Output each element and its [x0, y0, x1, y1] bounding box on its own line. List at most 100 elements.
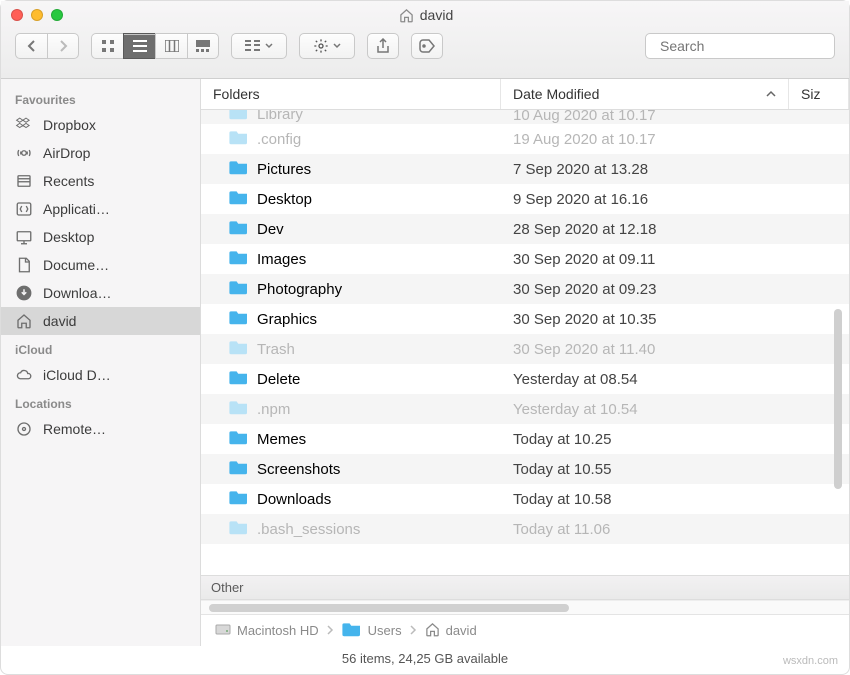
sidebar-item-airdrop[interactable]: AirDrop [1, 139, 200, 167]
sidebar-item-label: AirDrop [43, 145, 90, 161]
home-icon [15, 312, 33, 330]
breadcrumb-label: Users [368, 623, 402, 638]
file-row[interactable]: Library10 Aug 2020 at 10.17 [201, 110, 849, 124]
column-folders[interactable]: Folders [201, 79, 501, 109]
file-row[interactable]: DeleteYesterday at 08.54 [201, 364, 849, 394]
file-date: Today at 10.25 [501, 431, 849, 448]
group-header-other[interactable]: Other [201, 575, 849, 600]
file-row[interactable]: Dev28 Sep 2020 at 12.18 [201, 214, 849, 244]
sidebar: FavouritesDropboxAirDropRecentsApplicati… [1, 79, 201, 646]
file-row[interactable]: DownloadsToday at 10.58 [201, 484, 849, 514]
folder-icon [229, 339, 249, 359]
file-date: 19 Aug 2020 at 10.17 [501, 131, 849, 148]
breadcrumb-item[interactable]: Users [342, 621, 402, 640]
file-row[interactable]: ScreenshotsToday at 10.55 [201, 454, 849, 484]
folder-icon [229, 309, 249, 329]
desktop-icon [15, 228, 33, 246]
file-row[interactable]: .bash_sessions Today at 11.06 [201, 514, 849, 544]
apps-icon [15, 200, 33, 218]
file-row[interactable]: Images30 Sep 2020 at 09.11 [201, 244, 849, 274]
column-date-modified[interactable]: Date Modified [501, 79, 789, 109]
sidebar-item-remote[interactable]: Remote… [1, 415, 200, 443]
disc-icon [15, 420, 33, 438]
file-list[interactable]: Library10 Aug 2020 at 10.17.config19 Aug… [201, 110, 849, 575]
folder-icon [229, 189, 249, 209]
file-row[interactable]: Graphics30 Sep 2020 at 10.35 [201, 304, 849, 334]
column-size[interactable]: Siz [789, 79, 849, 109]
forward-button[interactable] [47, 33, 79, 59]
file-row[interactable]: Trash30 Sep 2020 at 11.40 [201, 334, 849, 364]
file-name: .npm [257, 401, 290, 418]
folder-icon [229, 279, 249, 299]
breadcrumb-item[interactable]: david [425, 622, 477, 640]
column-headers: Folders Date Modified Siz [201, 79, 849, 110]
gallery-view-button[interactable] [187, 33, 219, 59]
status-bar: 56 items, 24,25 GB available [1, 646, 849, 674]
file-name: Trash [257, 341, 295, 358]
list-view-button[interactable] [123, 33, 155, 59]
sidebar-item-david[interactable]: david [1, 307, 200, 335]
sidebar-item-icloudd[interactable]: iCloud D… [1, 361, 200, 389]
sort-ascending-icon [766, 90, 776, 98]
nav-buttons [15, 33, 79, 59]
home-icon [425, 622, 440, 640]
vertical-scrollbar[interactable] [831, 259, 845, 539]
gear-icon [313, 38, 329, 54]
file-name: .bash_sessions [257, 521, 360, 538]
file-date: 30 Sep 2020 at 10.35 [501, 311, 849, 328]
sidebar-item-label: Docume… [43, 257, 109, 273]
horizontal-scrollbar[interactable] [201, 600, 849, 614]
scrollbar-thumb[interactable] [209, 604, 569, 612]
breadcrumb-item[interactable]: Macintosh HD [215, 622, 319, 639]
file-row[interactable]: MemesToday at 10.25 [201, 424, 849, 454]
folder-icon [229, 399, 249, 419]
back-button[interactable] [15, 33, 47, 59]
file-row[interactable]: Desktop9 Sep 2020 at 16.16 [201, 184, 849, 214]
sidebar-section-title: iCloud [1, 335, 200, 361]
sidebar-item-label: Dropbox [43, 117, 96, 133]
folder-icon [229, 159, 249, 179]
sidebar-item-docume[interactable]: Docume… [1, 251, 200, 279]
path-bar: Macintosh HD Users david [201, 614, 849, 646]
sidebar-item-label: Remote… [43, 421, 106, 437]
action-menu-button[interactable] [299, 33, 355, 59]
sidebar-item-recents[interactable]: Recents [1, 167, 200, 195]
sidebar-item-downloa[interactable]: Downloa… [1, 279, 200, 307]
icon-view-button[interactable] [91, 33, 123, 59]
group-icon [245, 40, 261, 52]
file-date: Today at 11.06 [501, 521, 849, 538]
sidebar-item-applicati[interactable]: Applicati… [1, 195, 200, 223]
chevron-down-icon [265, 43, 273, 49]
folder-icon [229, 429, 249, 449]
search-field[interactable] [645, 33, 835, 59]
content-area: Folders Date Modified Siz Library10 Aug … [201, 79, 849, 646]
group-by-button[interactable] [231, 33, 287, 59]
file-row[interactable]: Pictures 7 Sep 2020 at 13.28 [201, 154, 849, 184]
folder-icon [229, 519, 249, 539]
file-date: 9 Sep 2020 at 16.16 [501, 191, 849, 208]
folder-icon [229, 110, 249, 124]
airdrop-icon [15, 144, 33, 162]
file-row[interactable]: .npmYesterday at 10.54 [201, 394, 849, 424]
sidebar-item-label: iCloud D… [43, 367, 111, 383]
file-name: Screenshots [257, 461, 340, 478]
file-row[interactable]: Photography30 Sep 2020 at 09.23 [201, 274, 849, 304]
file-name: Delete [257, 371, 300, 388]
column-view-button[interactable] [155, 33, 187, 59]
folder-icon [229, 249, 249, 269]
search-input[interactable] [660, 38, 841, 54]
share-button[interactable] [367, 33, 399, 59]
file-date: 7 Sep 2020 at 13.28 [501, 161, 849, 178]
file-name: Pictures [257, 161, 311, 178]
folder-icon [229, 129, 249, 149]
tags-button[interactable] [411, 33, 443, 59]
scrollbar-thumb[interactable] [834, 309, 842, 489]
file-name: Dev [257, 221, 284, 238]
hdd-icon [215, 622, 231, 639]
sidebar-item-desktop[interactable]: Desktop [1, 223, 200, 251]
breadcrumb-label: Macintosh HD [237, 623, 319, 638]
sidebar-section-title: Locations [1, 389, 200, 415]
sidebar-item-dropbox[interactable]: Dropbox [1, 111, 200, 139]
file-row[interactable]: .config19 Aug 2020 at 10.17 [201, 124, 849, 154]
tag-icon [419, 39, 435, 53]
